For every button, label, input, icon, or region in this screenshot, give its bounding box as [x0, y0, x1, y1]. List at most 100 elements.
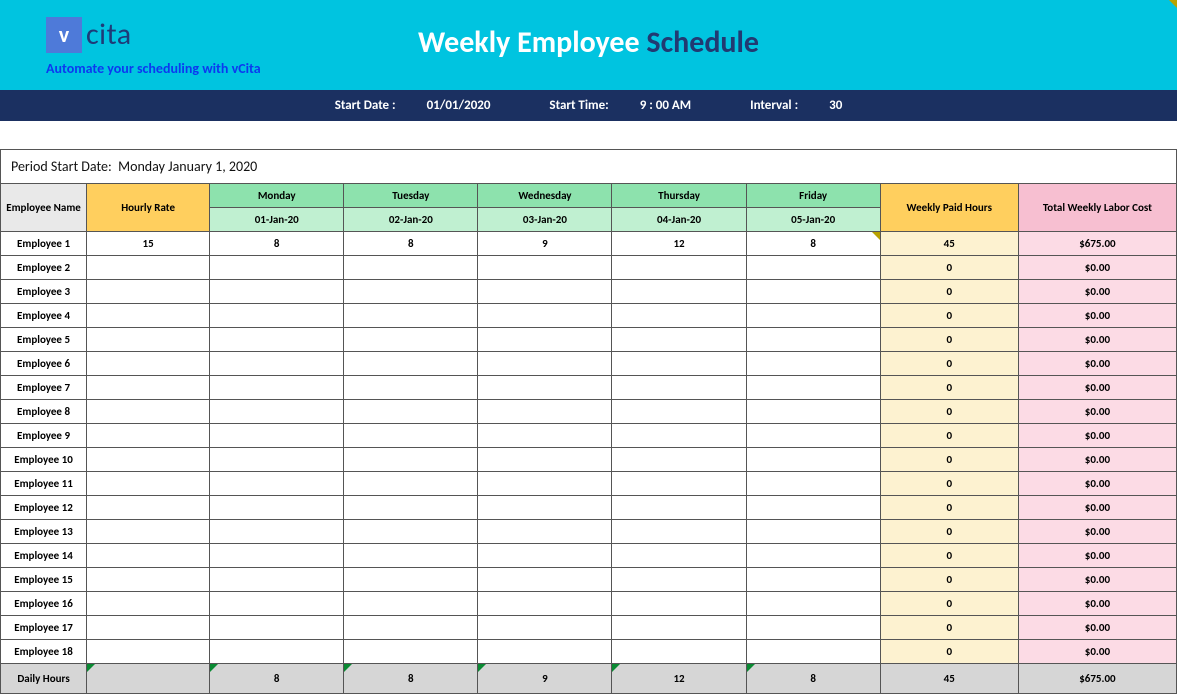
hours-cell[interactable]	[612, 400, 746, 424]
hours-cell[interactable]	[612, 304, 746, 328]
weekly-paid-hours-cell[interactable]: 0	[880, 640, 1018, 664]
hourly-rate-cell[interactable]: 15	[87, 232, 210, 256]
employee-name-cell[interactable]: Employee 14	[1, 544, 87, 568]
hours-cell[interactable]	[344, 640, 478, 664]
weekly-paid-hours-cell[interactable]: 0	[880, 544, 1018, 568]
labor-cost-cell[interactable]: $0.00	[1018, 520, 1176, 544]
weekly-paid-hours-cell[interactable]: 45	[880, 232, 1018, 256]
hours-cell[interactable]	[612, 448, 746, 472]
hours-cell[interactable]	[344, 520, 478, 544]
hours-cell[interactable]	[746, 544, 880, 568]
hours-cell[interactable]	[478, 352, 612, 376]
hours-cell[interactable]	[210, 472, 344, 496]
hours-cell[interactable]	[612, 280, 746, 304]
hours-cell[interactable]	[344, 448, 478, 472]
weekly-paid-hours-cell[interactable]: 0	[880, 616, 1018, 640]
employee-name-cell[interactable]: Employee 8	[1, 400, 87, 424]
hours-cell[interactable]	[210, 352, 344, 376]
hours-cell[interactable]	[344, 568, 478, 592]
hours-cell[interactable]	[344, 304, 478, 328]
weekly-paid-hours-cell[interactable]: 0	[880, 256, 1018, 280]
hours-cell[interactable]	[612, 592, 746, 616]
weekly-paid-hours-cell[interactable]: 0	[880, 520, 1018, 544]
weekly-paid-hours-cell[interactable]: 0	[880, 280, 1018, 304]
hourly-rate-cell[interactable]	[87, 448, 210, 472]
employee-name-cell[interactable]: Employee 16	[1, 592, 87, 616]
hours-cell[interactable]	[344, 592, 478, 616]
hourly-rate-cell[interactable]	[87, 424, 210, 448]
hours-cell[interactable]	[612, 568, 746, 592]
hours-cell[interactable]	[344, 544, 478, 568]
labor-cost-cell[interactable]: $0.00	[1018, 256, 1176, 280]
labor-cost-cell[interactable]: $0.00	[1018, 376, 1176, 400]
weekly-paid-hours-cell[interactable]: 0	[880, 400, 1018, 424]
hours-cell[interactable]	[746, 472, 880, 496]
labor-cost-cell[interactable]: $0.00	[1018, 328, 1176, 352]
weekly-paid-hours-cell[interactable]: 0	[880, 592, 1018, 616]
weekly-paid-hours-cell[interactable]: 0	[880, 448, 1018, 472]
hours-cell[interactable]	[344, 400, 478, 424]
employee-name-cell[interactable]: Employee 11	[1, 472, 87, 496]
hours-cell[interactable]	[344, 256, 478, 280]
employee-name-cell[interactable]: Employee 2	[1, 256, 87, 280]
labor-cost-cell[interactable]: $0.00	[1018, 544, 1176, 568]
hours-cell[interactable]	[210, 640, 344, 664]
employee-name-cell[interactable]: Employee 18	[1, 640, 87, 664]
labor-cost-cell[interactable]: $0.00	[1018, 592, 1176, 616]
weekly-paid-hours-cell[interactable]: 0	[880, 496, 1018, 520]
hours-cell[interactable]	[210, 328, 344, 352]
hours-cell[interactable]	[612, 496, 746, 520]
hours-cell[interactable]	[746, 592, 880, 616]
labor-cost-cell[interactable]: $0.00	[1018, 640, 1176, 664]
hourly-rate-cell[interactable]	[87, 328, 210, 352]
hours-cell[interactable]	[344, 376, 478, 400]
hours-cell[interactable]	[478, 328, 612, 352]
hourly-rate-cell[interactable]	[87, 472, 210, 496]
hours-cell[interactable]	[478, 568, 612, 592]
hours-cell[interactable]	[746, 304, 880, 328]
hours-cell[interactable]	[612, 424, 746, 448]
labor-cost-cell[interactable]: $0.00	[1018, 496, 1176, 520]
labor-cost-cell[interactable]: $0.00	[1018, 280, 1176, 304]
labor-cost-cell[interactable]: $0.00	[1018, 568, 1176, 592]
hours-cell[interactable]	[478, 304, 612, 328]
hourly-rate-cell[interactable]	[87, 592, 210, 616]
hourly-rate-cell[interactable]	[87, 544, 210, 568]
hours-cell[interactable]	[344, 472, 478, 496]
hours-cell[interactable]	[746, 520, 880, 544]
hourly-rate-cell[interactable]	[87, 304, 210, 328]
hours-cell[interactable]	[210, 256, 344, 280]
hours-cell[interactable]	[210, 544, 344, 568]
hours-cell[interactable]	[478, 520, 612, 544]
hourly-rate-cell[interactable]	[87, 568, 210, 592]
employee-name-cell[interactable]: Employee 5	[1, 328, 87, 352]
hours-cell[interactable]	[746, 280, 880, 304]
hourly-rate-cell[interactable]	[87, 352, 210, 376]
tagline-link[interactable]: Automate your scheduling with vCita	[46, 60, 261, 77]
hours-cell[interactable]	[478, 496, 612, 520]
hours-cell[interactable]: 9	[478, 232, 612, 256]
weekly-paid-hours-cell[interactable]: 0	[880, 352, 1018, 376]
hours-cell[interactable]	[478, 544, 612, 568]
weekly-paid-hours-cell[interactable]: 0	[880, 376, 1018, 400]
labor-cost-cell[interactable]: $0.00	[1018, 448, 1176, 472]
hours-cell[interactable]	[210, 424, 344, 448]
hourly-rate-cell[interactable]	[87, 616, 210, 640]
hours-cell[interactable]	[746, 616, 880, 640]
weekly-paid-hours-cell[interactable]: 0	[880, 328, 1018, 352]
hours-cell[interactable]	[478, 424, 612, 448]
employee-name-cell[interactable]: Employee 9	[1, 424, 87, 448]
hours-cell[interactable]	[612, 544, 746, 568]
hours-cell[interactable]	[478, 472, 612, 496]
hours-cell[interactable]	[478, 280, 612, 304]
hours-cell[interactable]	[210, 496, 344, 520]
weekly-paid-hours-cell[interactable]: 0	[880, 568, 1018, 592]
labor-cost-cell[interactable]: $0.00	[1018, 400, 1176, 424]
weekly-paid-hours-cell[interactable]: 0	[880, 472, 1018, 496]
employee-name-cell[interactable]: Employee 4	[1, 304, 87, 328]
employee-name-cell[interactable]: Employee 10	[1, 448, 87, 472]
hours-cell[interactable]	[478, 376, 612, 400]
hours-cell[interactable]	[478, 400, 612, 424]
hours-cell[interactable]	[210, 592, 344, 616]
hours-cell[interactable]	[344, 280, 478, 304]
